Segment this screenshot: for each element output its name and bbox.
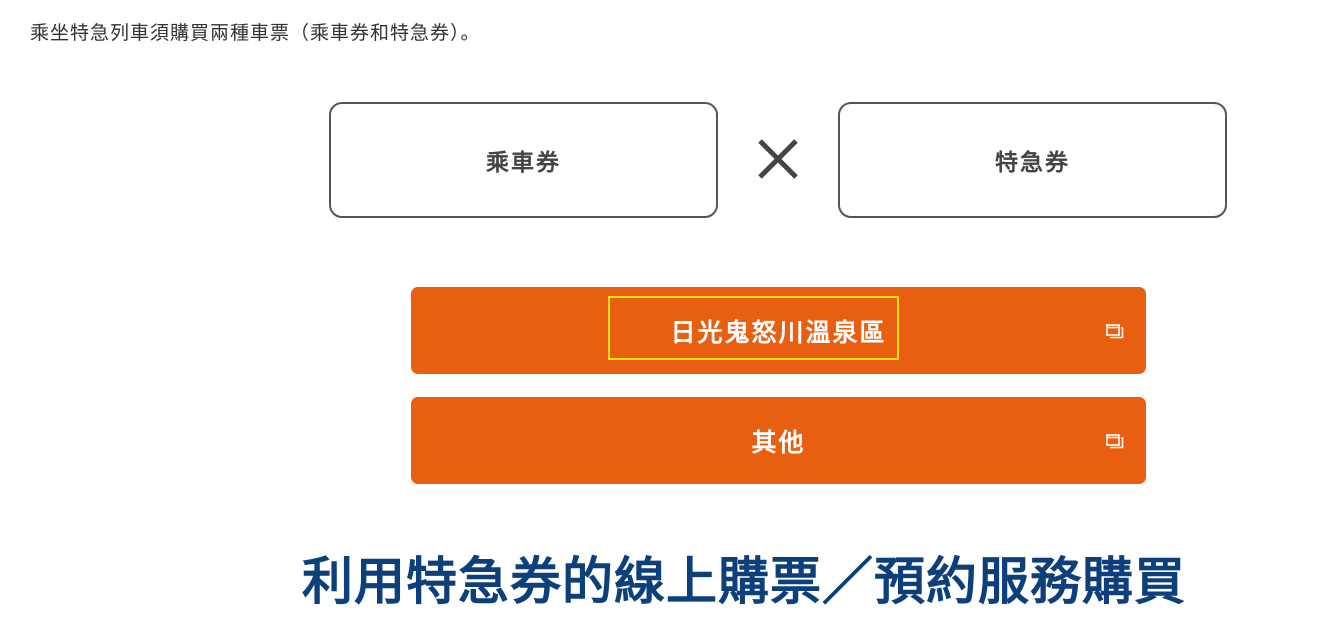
- section-heading: 利用特急券的線上購票／預約服務購買: [302, 552, 1187, 612]
- boarding-ticket-box: 乘車券: [329, 102, 718, 218]
- boarding-ticket-label: 乘車券: [486, 150, 561, 176]
- nikko-kinugawa-button[interactable]: 日光鬼怒川溫泉區: [411, 287, 1146, 374]
- intro-text: 乘坐特急列車須購買兩種車票（乘車券和特急券）。: [30, 22, 481, 44]
- nikko-kinugawa-label: 日光鬼怒川溫泉區: [670, 317, 887, 347]
- times-icon: [758, 139, 798, 179]
- other-areas-label: 其他: [751, 427, 806, 457]
- page: 乘坐特急列車須購買兩種車票（乘車券和特急券）。 乘車券 特急券 日光鬼怒川溫泉區…: [0, 0, 1317, 633]
- other-areas-button[interactable]: 其他: [411, 397, 1146, 484]
- express-ticket-label: 特急券: [995, 150, 1070, 176]
- express-ticket-box: 特急券: [838, 102, 1227, 218]
- external-window-icon: [1106, 323, 1124, 338]
- external-window-icon: [1106, 433, 1124, 448]
